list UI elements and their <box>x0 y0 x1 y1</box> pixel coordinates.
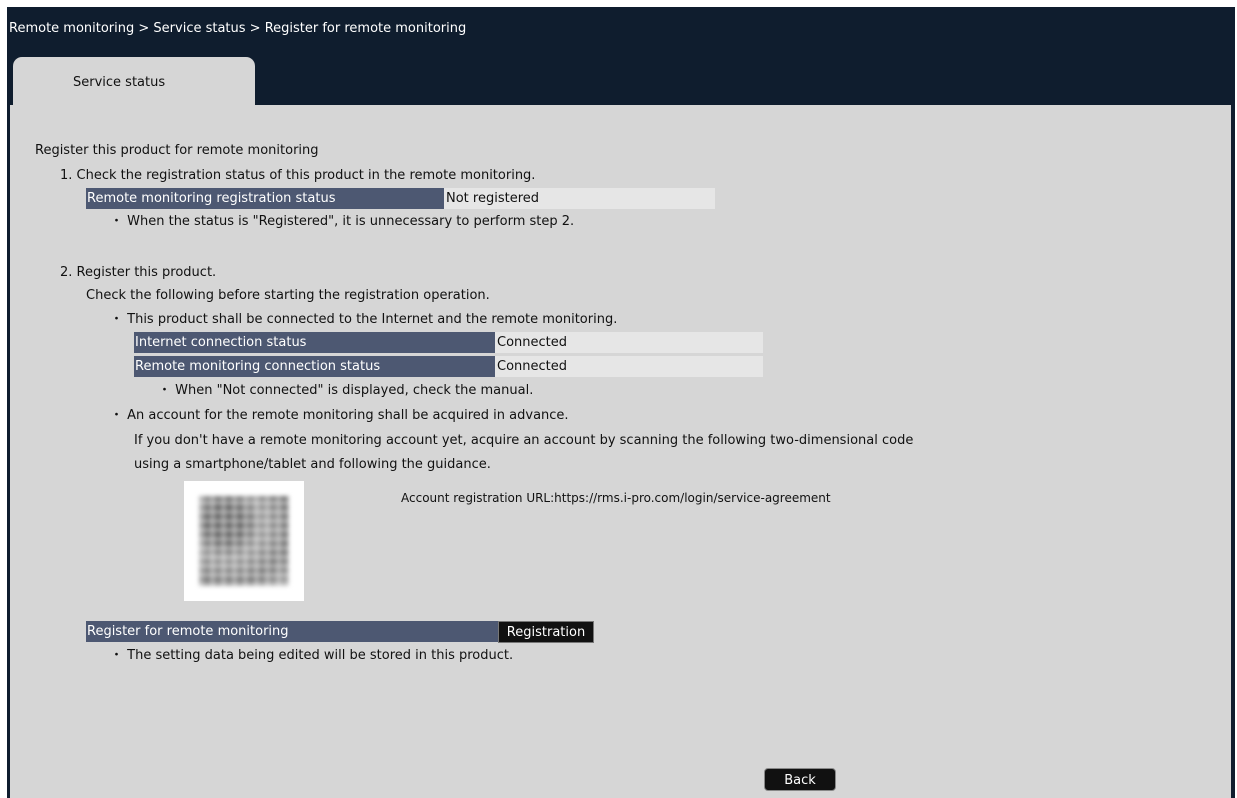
account-registration-url: Account registration URL:https://rms.i-p… <box>401 491 831 505</box>
step1-title: 1. Check the registration status of this… <box>60 168 536 183</box>
register-label: Register for remote monitoring <box>86 621 498 642</box>
internet-status-label: Internet connection status <box>134 332 495 353</box>
remote-status-row: Remote monitoring connection status Conn… <box>134 356 763 377</box>
tab-label: Service status <box>73 75 166 90</box>
internet-status-row: Internet connection status Connected <box>134 332 763 353</box>
account-text-2: using a smartphone/tablet and following … <box>134 457 491 472</box>
back-button[interactable]: Back <box>764 768 836 791</box>
step2-intro: Check the following before starting the … <box>86 288 490 303</box>
register-note: ・ The setting data being edited will be … <box>110 648 514 663</box>
step1-note: ・ When the status is "Registered", it is… <box>110 214 575 229</box>
breadcrumb: Remote monitoring > Service status > Reg… <box>9 21 467 36</box>
remote-status-value: Connected <box>495 356 763 377</box>
register-row: Register for remote monitoring <box>86 621 498 642</box>
qr-code-pattern <box>199 496 289 586</box>
registration-status-row: Remote monitoring registration status No… <box>86 188 715 209</box>
internet-status-value: Connected <box>495 332 763 353</box>
connection-bullet: ・ This product shall be connected to the… <box>110 312 618 327</box>
page-heading: Register this product for remote monitor… <box>35 143 319 158</box>
registration-status-label: Remote monitoring registration status <box>86 188 444 209</box>
settings-window: Remote monitoring > Service status > Reg… <box>7 7 1235 798</box>
connection-note: ・ When "Not connected" is displayed, che… <box>158 383 534 398</box>
account-bullet: ・ An account for the remote monitoring s… <box>110 408 569 423</box>
tab-service-status[interactable]: Service status <box>13 57 255 107</box>
account-text-1: If you don't have a remote monitoring ac… <box>134 433 914 448</box>
content-panel: Register this product for remote monitor… <box>10 105 1231 798</box>
remote-status-label: Remote monitoring connection status <box>134 356 495 377</box>
qr-code-image <box>184 481 304 601</box>
step2-title: 2. Register this product. <box>60 265 217 280</box>
registration-status-value: Not registered <box>444 188 715 209</box>
registration-button[interactable]: Registration <box>498 621 594 643</box>
